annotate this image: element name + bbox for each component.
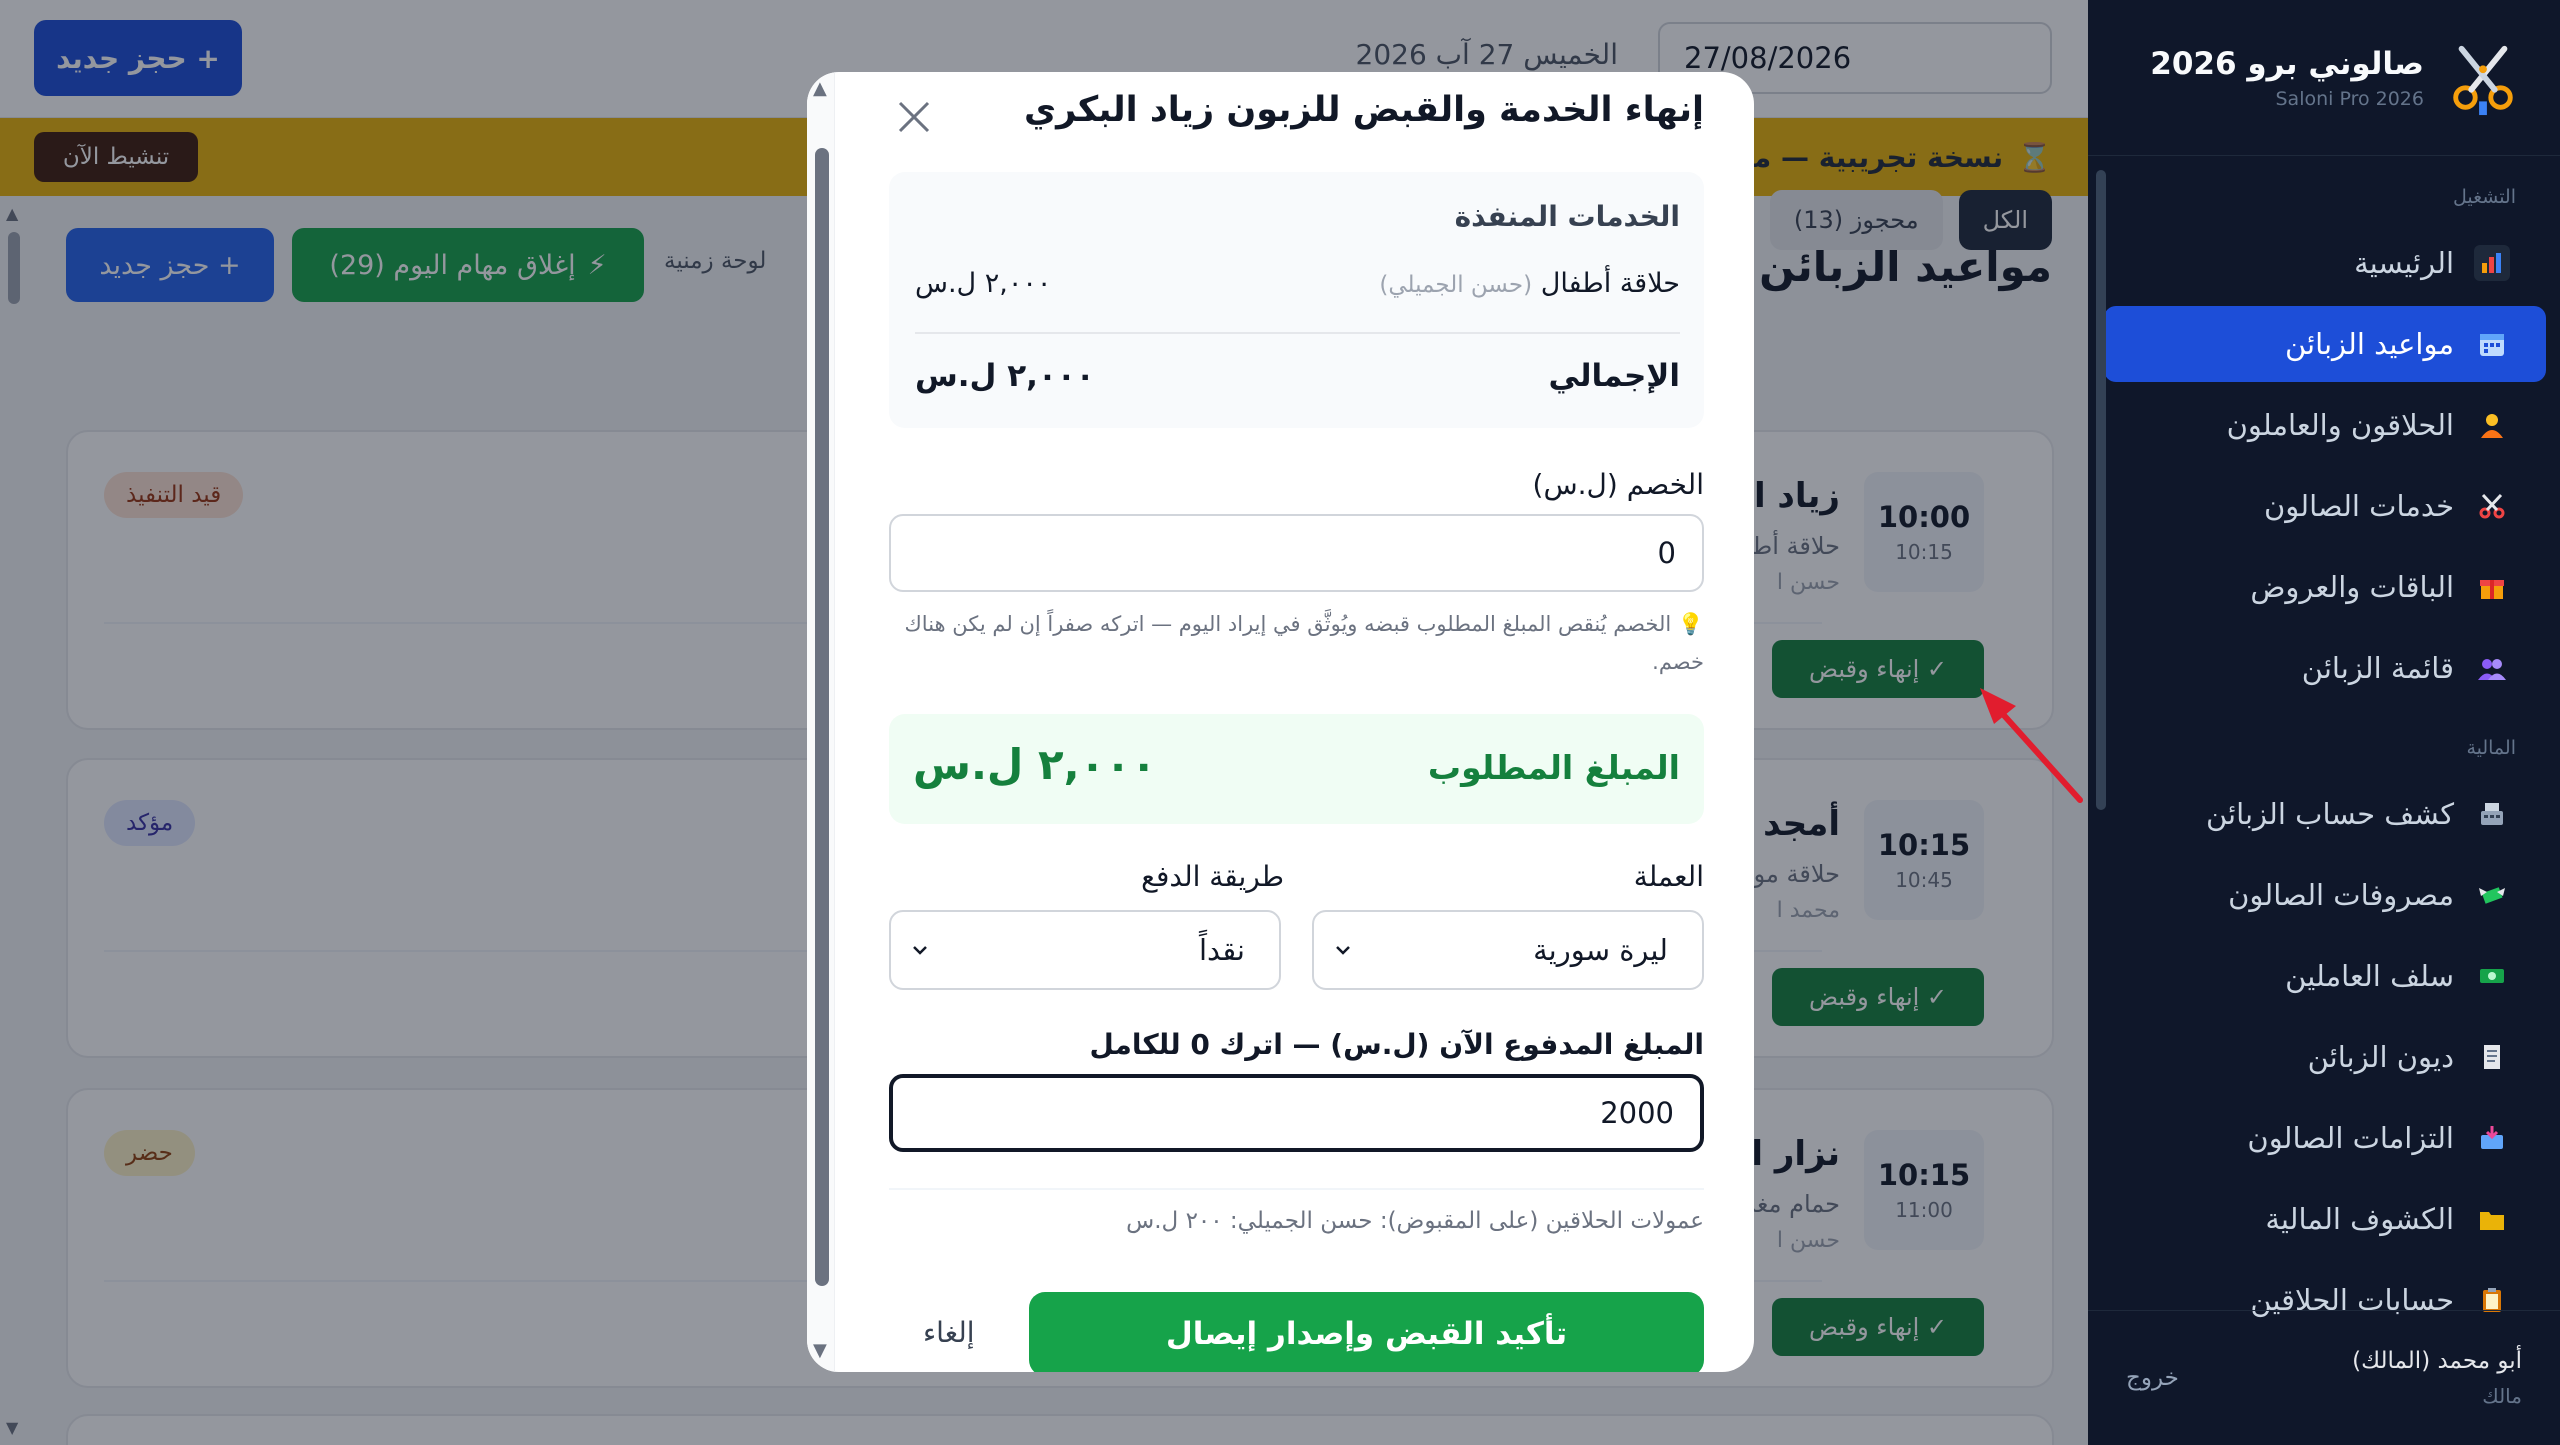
services-heading: الخدمات المنفذة <box>1454 200 1680 233</box>
amount-due-box: المبلغ المطلوب ٢,٠٠٠ ل.س <box>889 714 1704 824</box>
service-barber: (حسن الجميلي) <box>1379 272 1533 298</box>
app-name: صالوني برو 2026 <box>2150 45 2424 82</box>
scroll-up-arrow[interactable]: ▲ <box>813 78 827 99</box>
checkout-modal: ▲ ▼ إنهاء الخدمة والقبض للزبون زياد البك… <box>807 72 1754 1372</box>
barber-icon <box>2474 407 2510 443</box>
paid-amount-label: المبلغ المدفوع الآن (ل.س) — اترك 0 للكام… <box>1089 1028 1704 1061</box>
nav-section-operations: التشغيل <box>2452 186 2516 208</box>
total-label: الإجمالي <box>1548 358 1680 394</box>
sidebar-footer: أبو محمد (المالك) مالك خروج <box>2088 1310 2560 1445</box>
sidebar-item-staff-advances[interactable]: سلف العاملين <box>2104 938 2546 1014</box>
paid-amount-input[interactable]: 2000 <box>889 1074 1704 1152</box>
inbox-icon <box>2474 1120 2510 1156</box>
register-icon <box>2474 796 2510 832</box>
user-name: أبو محمد (المالك) <box>2352 1348 2522 1374</box>
discount-label: الخصم (ل.س) <box>1532 468 1704 501</box>
cancel-button[interactable]: إلغاء <box>923 1316 975 1349</box>
sidebar-item-home[interactable]: الرئيسية <box>2104 225 2546 301</box>
scissors-icon <box>2474 488 2510 524</box>
sidebar-item-expenses[interactable]: مصروفات الصالون <box>2104 857 2546 933</box>
cash-icon <box>2474 958 2510 994</box>
amount-due-label: المبلغ المطلوب <box>1427 748 1680 787</box>
commission-note: عمولات الحلاقين (على المقبوض): حسن الجمي… <box>1126 1208 1704 1234</box>
calendar-icon <box>2474 326 2510 362</box>
sidebar-item-services[interactable]: خدمات الصالون <box>2104 468 2546 544</box>
service-line: حلاقة أطفال (حسن الجميلي) <box>1379 268 1680 299</box>
users-icon <box>2474 650 2510 686</box>
scroll-down-arrow[interactable]: ▼ <box>813 1340 827 1361</box>
sidebar-item-customer-debts[interactable]: ديون الزبائن <box>2104 1019 2546 1095</box>
discount-input[interactable]: 0 <box>889 514 1704 592</box>
services-summary: الخدمات المنفذة حلاقة أطفال (حسن الجميلي… <box>889 172 1704 428</box>
gift-icon <box>2474 569 2510 605</box>
sidebar-item-customer-statement[interactable]: كشف حساب الزبائن <box>2104 776 2546 852</box>
divider <box>889 1188 1704 1190</box>
nav-section-finance: المالية <box>2466 737 2516 759</box>
total-value: ٢,٠٠٠ ل.س <box>915 358 1095 394</box>
brand: صالوني برو 2026 Saloni Pro 2026 <box>2088 0 2560 156</box>
chevron-down-icon <box>913 946 927 955</box>
modal-scrollbar-thumb[interactable] <box>815 148 829 1286</box>
chart-icon <box>2474 245 2510 281</box>
scissors-logo-icon <box>2453 45 2513 115</box>
sidebar-item-packages[interactable]: الباقات والعروض <box>2104 549 2546 625</box>
discount-hint: 💡 الخصم يُنقص المبلغ المطلوب قبضه ويُوثَ… <box>904 612 1705 674</box>
sidebar-item-appointments[interactable]: مواعيد الزبائن <box>2104 306 2546 382</box>
amount-due-value: ٢,٠٠٠ ل.س <box>913 740 1157 789</box>
user-role: مالك <box>2482 1384 2522 1408</box>
payment-method-select[interactable]: نقداً <box>889 910 1281 990</box>
money-wings-icon <box>2474 877 2510 913</box>
sidebar-item-barbers[interactable]: الحلاقون والعاملون <box>2104 387 2546 463</box>
currency-select[interactable]: ليرة سورية <box>1312 910 1704 990</box>
currency-label: العملة <box>1633 860 1704 893</box>
annotation-arrow-icon <box>1980 688 2083 803</box>
sidebar-item-salon-obligations[interactable]: التزامات الصالون <box>2104 1100 2546 1176</box>
sidebar-item-financial-reports[interactable]: الكشوف المالية <box>2104 1181 2546 1257</box>
close-icon[interactable] <box>887 90 941 144</box>
modal-title: إنهاء الخدمة والقبض للزبون زياد البكري <box>1024 90 1704 130</box>
sidebar: صالوني برو 2026 Saloni Pro 2026 التشغيل … <box>2088 0 2560 1445</box>
user-info: أبو محمد (المالك) مالك <box>2352 1348 2522 1408</box>
service-price: ٢,٠٠٠ ل.س <box>915 268 1052 299</box>
divider <box>915 332 1680 334</box>
receipt-icon <box>2474 1039 2510 1075</box>
chevron-down-icon <box>1336 946 1350 955</box>
sidebar-item-customers[interactable]: قائمة الزبائن <box>2104 630 2546 706</box>
folder-icon <box>2474 1201 2510 1237</box>
logout-button[interactable]: خروج <box>2126 1365 2179 1391</box>
confirm-payment-button[interactable]: تأكيد القبض وإصدار إيصال <box>1029 1292 1704 1372</box>
service-name: حلاقة أطفال <box>1540 268 1680 299</box>
payment-method-label: طريقة الدفع <box>1141 860 1284 893</box>
app-subtitle: Saloni Pro 2026 <box>2275 87 2424 110</box>
